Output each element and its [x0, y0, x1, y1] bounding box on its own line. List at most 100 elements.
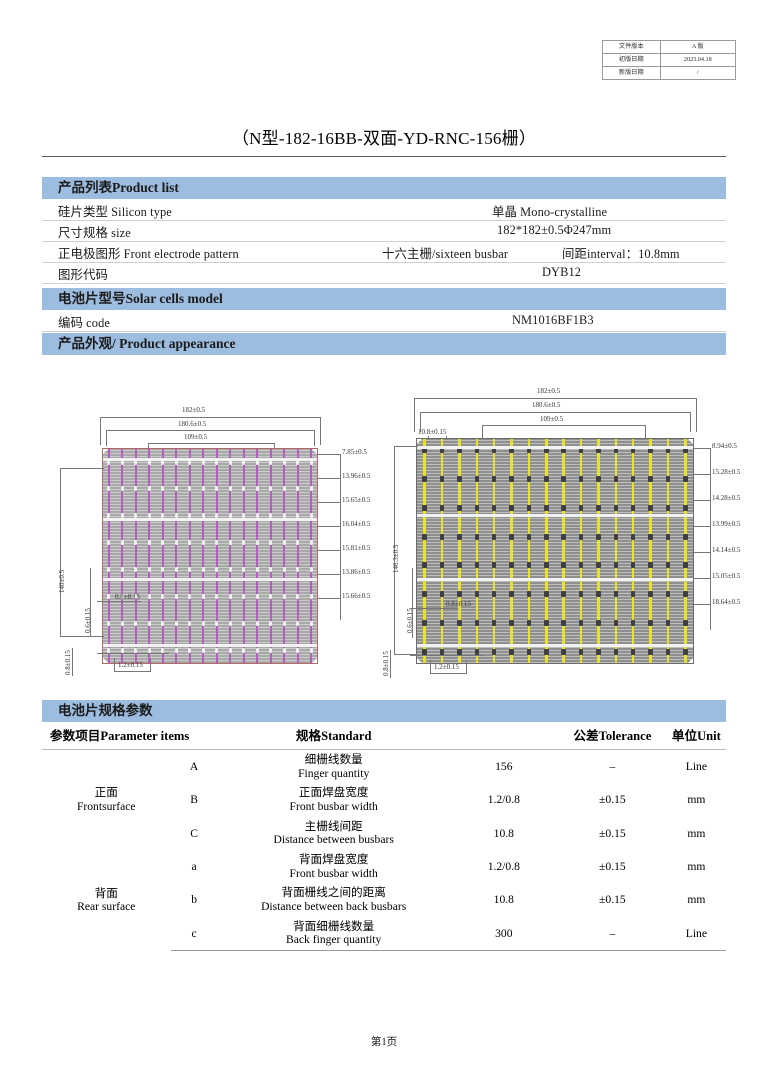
solder-pad: [422, 475, 427, 482]
row-size: 尺寸规格 size 182*182±0.5Φ247mm: [42, 221, 726, 242]
solder-pad: [147, 593, 151, 599]
dim-tick: [430, 660, 431, 674]
solder-pad: [439, 591, 445, 598]
solder-pad: [255, 647, 259, 653]
solder-pad: [242, 566, 246, 572]
dim-rear-0p8: 0.8±0.15: [446, 600, 471, 608]
solder-pad: [491, 591, 497, 598]
solder-pad: [596, 533, 601, 540]
param-unit: mm: [687, 793, 706, 807]
solder-pad: [422, 591, 427, 598]
solder-pad: [630, 591, 636, 598]
cell-band: [102, 458, 318, 461]
busbar: [283, 448, 286, 664]
solder-pad: [613, 533, 619, 540]
solder-pad: [630, 533, 636, 540]
solder-pad: [630, 504, 636, 511]
dim-line: [114, 671, 150, 672]
solder-pad: [134, 566, 138, 572]
solder-pad: [215, 593, 219, 599]
solder-pad: [561, 504, 566, 511]
dim-tick: [466, 660, 467, 674]
surface-group-label: 正面 Frontsurface: [42, 750, 171, 851]
param-code: A: [189, 759, 199, 773]
dim-value: 15.05±0.5: [712, 572, 741, 580]
busbar: [229, 448, 232, 664]
param-name: 细栅线数量 Finger quantity: [218, 750, 450, 784]
solder-pad: [665, 649, 671, 655]
dim-line: [97, 653, 169, 654]
row-value: 182*182±0.5Φ247mm: [497, 223, 612, 237]
solder-pad: [491, 475, 497, 482]
busbar: [242, 448, 245, 664]
revision-value: /: [659, 66, 737, 80]
param-standard: 1.2/0.8: [487, 859, 520, 873]
solder-pad: [147, 647, 151, 653]
solder-pad: [309, 593, 313, 599]
row-value-interval: 间距interval：10.8mm: [562, 247, 680, 261]
busbar: [545, 438, 548, 664]
solder-pad: [491, 533, 497, 540]
cell-chamfer: [686, 437, 695, 446]
section-header-spec-table: 电池片规格参数: [42, 700, 726, 722]
param-name-cn: 背面栅线之间的距离: [281, 886, 386, 900]
solder-pad: [201, 566, 205, 572]
solder-pad: [107, 647, 111, 653]
dim-rear-1p2: 1.2±0.15: [434, 663, 459, 671]
busbar: [492, 438, 496, 664]
solder-pad: [296, 620, 300, 626]
solder-pad: [188, 486, 192, 492]
rear-cell-body: [415, 437, 695, 665]
busbar: [296, 448, 299, 664]
solder-pad: [107, 593, 111, 599]
solder-pad: [544, 649, 549, 655]
solder-pad: [174, 566, 178, 572]
solder-pad: [578, 533, 584, 540]
solder-pad: [188, 647, 192, 653]
revision-table: 文件版本 A 版初版日期 2023.04.18 新版日期 /: [602, 40, 737, 80]
dim-value: 15.65±0.5: [342, 496, 371, 504]
solder-pad: [107, 620, 111, 626]
param-name-cn: 背面细栅线数量: [293, 919, 375, 933]
solder-pad: [648, 620, 653, 627]
dim-line: [148, 443, 274, 444]
busbar: [475, 438, 479, 664]
param-name-en: Back finger quantity: [286, 933, 382, 947]
row-label: 图形代码: [58, 268, 108, 282]
solder-pad: [457, 591, 462, 598]
dim-rear-width-total: 182±0.5: [537, 387, 561, 395]
surface-group-label: 背面 Rear surface: [42, 850, 171, 951]
dim-value: 13.99±0.5: [712, 520, 741, 528]
solder-pad: [309, 566, 313, 572]
row-front-electrode-pattern: 正电极图形 Front electrode pattern 十六主栅/sixte…: [42, 242, 726, 263]
solder-pad: [457, 475, 462, 482]
solder-pad: [215, 486, 219, 492]
param-name-cn: 细栅线数量: [304, 753, 363, 766]
solder-pad: [596, 562, 601, 569]
solder-pad: [683, 475, 688, 482]
solder-pad: [242, 540, 246, 546]
solder-pad: [255, 620, 259, 626]
solder-pad: [578, 475, 584, 482]
solder-pad: [161, 647, 165, 653]
solder-pad: [683, 533, 688, 540]
solder-pad: [648, 533, 653, 540]
solder-pad: [509, 562, 514, 569]
solder-pad: [242, 486, 246, 492]
front-cell-body: [101, 447, 319, 665]
dim-line: [106, 430, 314, 431]
dim-front-width-total: 182±0.5: [182, 406, 206, 414]
solder-pad: [255, 540, 259, 546]
solder-pad: [147, 620, 151, 626]
param-name-cn: 背面焊盘宽度: [298, 853, 369, 867]
solder-pad: [255, 593, 259, 599]
solder-pad: [474, 533, 480, 540]
solder-pad: [282, 593, 286, 599]
spec-parameter-table: 参数项目Parameter items 规格Standard 公差Toleran…: [42, 722, 726, 952]
row-code: 编码 code NM1016BF1B3: [42, 311, 726, 332]
dim-value: 15.28±0.5: [712, 468, 741, 476]
dim-leader-line: [318, 454, 340, 455]
solder-pad: [174, 486, 178, 492]
param-unit: mm: [687, 826, 706, 840]
solder-pad: [215, 540, 219, 546]
